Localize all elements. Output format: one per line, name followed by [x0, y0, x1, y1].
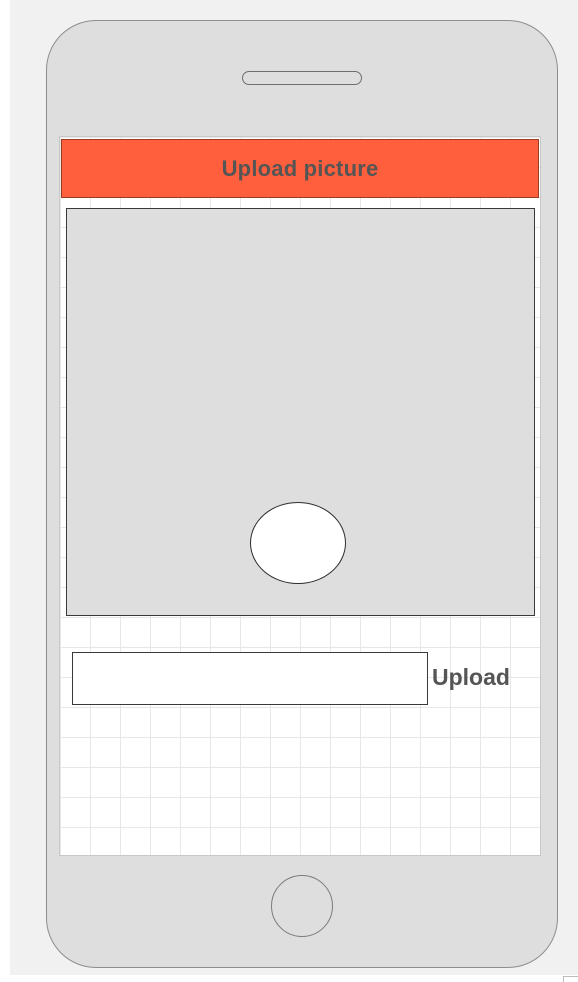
home-button[interactable]: [271, 875, 333, 937]
corner-mark: [563, 976, 578, 982]
header-bar: Upload picture: [61, 139, 539, 198]
page-title: Upload picture: [221, 155, 379, 181]
speaker-slot: [242, 71, 362, 85]
circle-capture-icon[interactable]: [250, 502, 346, 584]
picture-preview-area[interactable]: [66, 208, 535, 616]
file-path-input[interactable]: [72, 652, 428, 705]
upload-button[interactable]: Upload: [432, 660, 510, 694]
